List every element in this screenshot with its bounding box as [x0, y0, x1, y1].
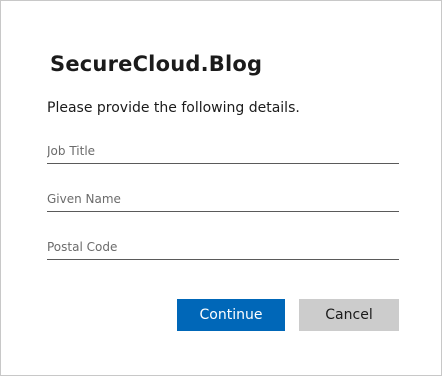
details-dialog: SecureCloud.Blog Please provide the foll… [0, 0, 442, 376]
postal-code-input[interactable] [47, 234, 399, 260]
brand-logo: SecureCloud.Blog [50, 52, 263, 76]
continue-button[interactable]: Continue [177, 299, 285, 331]
form-instructions: Please provide the following details. [47, 100, 300, 116]
cancel-button[interactable]: Cancel [299, 299, 399, 331]
given-name-input[interactable] [47, 186, 399, 212]
job-title-input[interactable] [47, 138, 399, 164]
